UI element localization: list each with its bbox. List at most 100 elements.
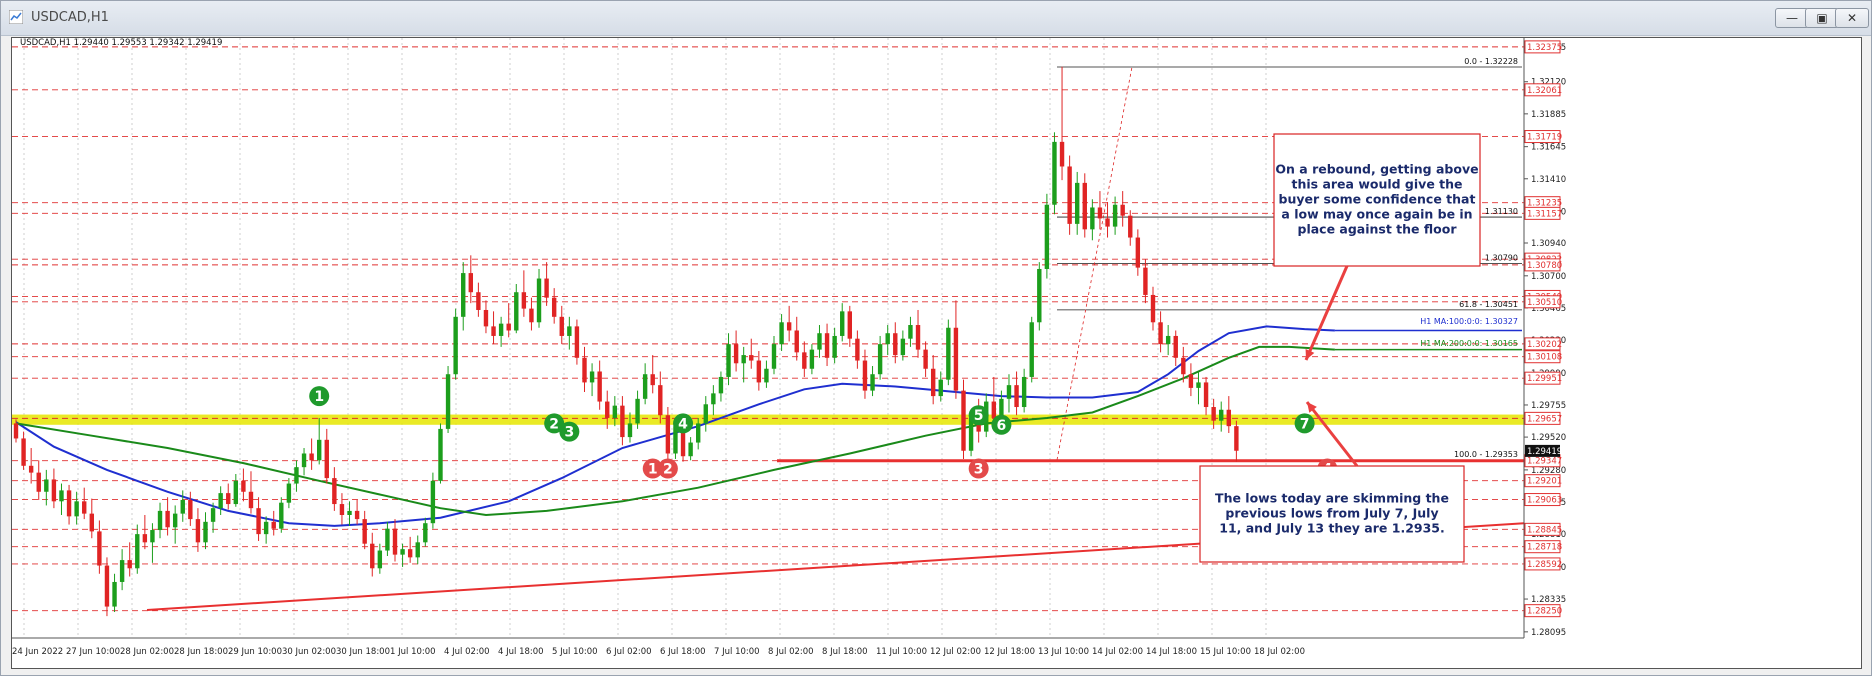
candle-body — [1158, 322, 1163, 345]
candle-body — [930, 368, 936, 397]
candle-body — [612, 405, 618, 418]
lows-note-line: previous lows from July 7, July — [1225, 506, 1438, 521]
candle-body — [415, 542, 420, 558]
candle-body — [172, 513, 178, 528]
x-tick-label: 4 Jul 02:00 — [444, 647, 490, 657]
level-price-label: 1.30780 — [1527, 261, 1562, 271]
x-tick-label: 8 Jul 18:00 — [822, 647, 868, 657]
candle-body — [1044, 204, 1050, 269]
title-bar[interactable]: USDCAD,H1 — ▣ ✕ — [1, 1, 1871, 36]
x-tick-label: 5 Jul 10:00 — [552, 647, 598, 657]
candle-body — [665, 415, 671, 454]
marker-red-2-label: 2 — [663, 462, 673, 478]
candle-body — [392, 528, 398, 555]
rebound-note-line: this area would give the — [1292, 177, 1463, 192]
candle-body — [1014, 385, 1019, 408]
marker-green-5-label: 5 — [974, 408, 984, 424]
candle-body — [461, 273, 466, 317]
candle-body — [1188, 374, 1194, 388]
candle-body — [263, 521, 269, 535]
candle-body — [188, 499, 193, 520]
candle-body — [733, 344, 739, 364]
candle-body — [233, 480, 239, 505]
level-price-label: 1.30510 — [1527, 298, 1562, 308]
x-tick-label: 1 Jul 10:00 — [390, 647, 436, 657]
level-price-label: 1.29347 — [1527, 457, 1562, 467]
lows-note-line: 11, and July 13 they are 1.2935. — [1219, 521, 1444, 536]
x-tick-label: 24 Jun 2022 — [12, 647, 63, 657]
candle-body — [476, 292, 481, 310]
marker-red-3-label: 3 — [974, 462, 984, 478]
candle-body — [256, 508, 261, 535]
ma-label: H1 MA:100:0:0: 1.30327 — [1420, 317, 1518, 326]
restore-button[interactable]: ▣ — [1805, 8, 1839, 28]
x-tick-label: 28 Jun 02:00 — [120, 647, 174, 657]
x-tick-label: 12 Jul 02:00 — [930, 647, 981, 657]
y-tick-label: 1.29755 — [1531, 401, 1566, 411]
candle-body — [946, 327, 951, 380]
candle-body — [301, 453, 307, 468]
candle-body — [165, 510, 170, 528]
candle-body — [324, 439, 329, 479]
candle-body — [870, 374, 875, 391]
level-price-label: 1.31719 — [1527, 133, 1562, 143]
candle-body — [1097, 207, 1103, 219]
candle-body — [89, 513, 94, 532]
x-tick-label: 27 Jun 10:00 — [66, 647, 120, 657]
candle-body — [491, 326, 496, 336]
candle-body — [51, 479, 57, 502]
close-button[interactable]: ✕ — [1835, 8, 1869, 28]
candle-body — [195, 519, 201, 543]
x-tick-label: 30 Jun 02:00 — [282, 647, 336, 657]
candle-body — [1082, 182, 1087, 230]
candle-body — [226, 493, 231, 505]
rebound-note-line: place against the floor — [1298, 222, 1458, 237]
x-tick-label: 8 Jul 02:00 — [768, 647, 814, 657]
candle-body — [1021, 376, 1027, 408]
candle-body — [74, 501, 79, 517]
minimize-button[interactable]: — — [1775, 8, 1809, 28]
chart-area[interactable]: 0.0 - 1.32228 1.31130 1.30790 61.8 - 1.3045… — [11, 37, 1862, 669]
candle-body — [370, 543, 375, 569]
candle-body — [847, 311, 852, 339]
x-tick-label: 7 Jul 10:00 — [714, 647, 760, 657]
candle-body — [544, 278, 549, 298]
candle-body — [1090, 207, 1095, 230]
candle-body — [1165, 335, 1171, 345]
candle-body — [794, 330, 799, 353]
candle-body — [1029, 322, 1034, 377]
candle-body — [1075, 182, 1080, 224]
x-tick-label: 6 Jul 02:00 — [606, 647, 652, 657]
candle-body — [635, 398, 640, 424]
marker-green-4-label: 4 — [678, 416, 688, 432]
candle-body — [938, 379, 943, 397]
candle-body — [385, 528, 390, 551]
candle-body — [521, 292, 527, 309]
level-price-label: 1.32375 — [1527, 43, 1562, 53]
candle-body — [1052, 141, 1057, 205]
candle-body — [483, 309, 489, 327]
candle-body — [36, 472, 41, 492]
lows-note-arrow — [1305, 401, 1359, 467]
candle-body — [407, 549, 413, 558]
candle-body — [21, 438, 26, 466]
candle-body — [423, 523, 428, 543]
level-price-label: 1.29657 — [1527, 414, 1562, 424]
candle-body — [203, 521, 208, 543]
candle-body — [582, 357, 587, 383]
x-tick-label: 4 Jul 18:00 — [498, 647, 544, 657]
level-price-label: 1.32061 — [1527, 86, 1562, 96]
candle-body — [536, 278, 542, 323]
price-chart[interactable]: 0.0 - 1.32228 1.31130 1.30790 61.8 - 1.3045… — [12, 38, 1861, 668]
candle-body — [885, 333, 890, 345]
x-tick-label: 6 Jul 18:00 — [660, 647, 706, 657]
candle-body — [991, 401, 997, 418]
candle-body — [567, 326, 572, 336]
candle-body — [438, 428, 443, 481]
candle-body — [210, 508, 216, 522]
candle-body — [953, 327, 959, 391]
marker-green-1-label: 1 — [314, 389, 324, 405]
rebound-note-arrow — [1304, 265, 1349, 361]
candle-body — [726, 344, 731, 377]
candle-body — [1128, 215, 1133, 238]
